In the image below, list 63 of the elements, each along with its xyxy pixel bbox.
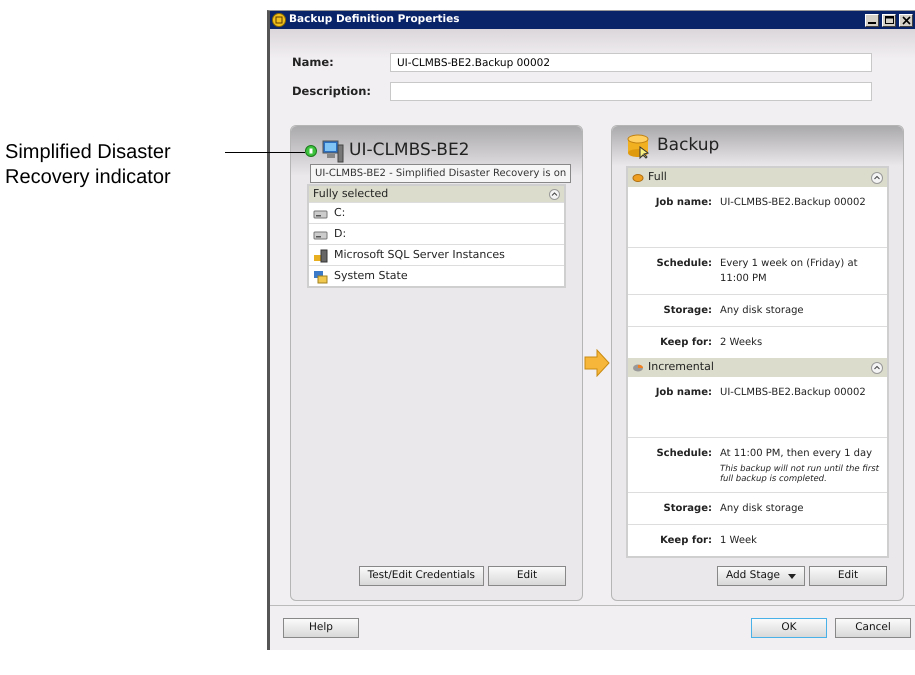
disk-icon: [632, 171, 644, 184]
collapse-icon: [549, 189, 560, 200]
detail-label: Keep for:: [659, 336, 713, 350]
arrow-icon: [584, 349, 610, 377]
edit-button[interactable]: Edit: [809, 566, 887, 586]
detail-value: UI-CLMBS-BE2.Backup 00002: [720, 386, 867, 400]
annotation-label: Simplified Disaster Recovery indicator: [4, 140, 172, 190]
detail-label: Job name:: [654, 196, 713, 210]
source-title: UI-CLMBS-BE2: [349, 139, 470, 162]
window-title: Backup Definition Properties: [289, 12, 460, 28]
detail-value: Any disk storage: [720, 304, 805, 318]
detail-value: At 11:00 PM, then every 1 day: [720, 446, 874, 461]
collapse-button[interactable]: [871, 169, 883, 186]
detail-value: 1 Week: [720, 534, 758, 548]
stage-title: Full: [648, 168, 668, 185]
database-server-icon: [313, 248, 328, 262]
minimize-button[interactable]: [865, 14, 879, 26]
dialog-button[interactable]: Help: [283, 618, 359, 638]
item-label: C:: [334, 204, 346, 221]
maximize-icon: [884, 14, 894, 26]
text-field[interactable]: [390, 82, 872, 101]
test-credentials-button[interactable]: Test/Edit Credentials: [358, 566, 484, 586]
detail-value: 2 Weeks: [720, 336, 764, 350]
item-label: D:: [334, 226, 346, 242]
dialog-button[interactable]: Cancel: [835, 618, 911, 638]
dialog-button[interactable]: OK: [751, 618, 827, 638]
minimize-icon: [868, 22, 876, 24]
dropdown-button[interactable]: Add Stage: [717, 566, 805, 586]
database-icon: [626, 132, 652, 159]
detail-value: Every 1 week on (Friday) at 11:00 PM: [720, 256, 859, 286]
detail-value: UI-CLMBS-BE2.Backup 00002: [720, 196, 867, 210]
maximize-button[interactable]: [882, 14, 896, 26]
detail-label: Schedule:: [655, 256, 713, 271]
tooltip: UI-CLMBS-BE2 - Simplified Disaster Recovery is on: [310, 164, 572, 183]
text-field[interactable]: UI-CLMBS-BE2.Backup 00002: [390, 53, 872, 72]
item-label: System State: [334, 268, 408, 284]
item-label: Microsoft SQL Server Instances: [334, 246, 505, 263]
detail-label: Storage:: [662, 502, 713, 516]
system-folder-icon: [313, 268, 328, 284]
collapse-icon: [871, 172, 883, 184]
selection-header: Fully selected: [313, 186, 388, 202]
close-button[interactable]: [899, 14, 913, 26]
detail-label: Schedule:: [655, 446, 713, 461]
selection-item[interactable]: Microsoft SQL Server Instances: [309, 244, 564, 265]
field-label: Description:: [292, 82, 372, 100]
collapse-button[interactable]: [871, 359, 883, 376]
detail-label: Keep for:: [659, 534, 713, 548]
selection-item[interactable]: System State: [309, 265, 564, 286]
computer-icon: [322, 139, 344, 163]
detail-note: This backup will not run until the first full backup is completed.: [720, 464, 880, 484]
app-logo-icon: [272, 13, 286, 27]
detail-value: Any disk storage: [720, 502, 805, 516]
edit-button[interactable]: Edit: [488, 566, 566, 586]
collapse-button[interactable]: [549, 186, 560, 202]
selection-item[interactable]: C:: [309, 202, 564, 223]
selection-item[interactable]: D:: [309, 223, 564, 244]
field-label: Name:: [292, 54, 335, 71]
detail-label: Job name:: [654, 386, 713, 400]
stage-title: Incremental: [648, 358, 715, 375]
close-icon: [900, 14, 912, 26]
detail-label: Storage:: [662, 304, 713, 318]
backup-title: Backup: [657, 134, 720, 158]
collapse-icon: [871, 362, 883, 374]
